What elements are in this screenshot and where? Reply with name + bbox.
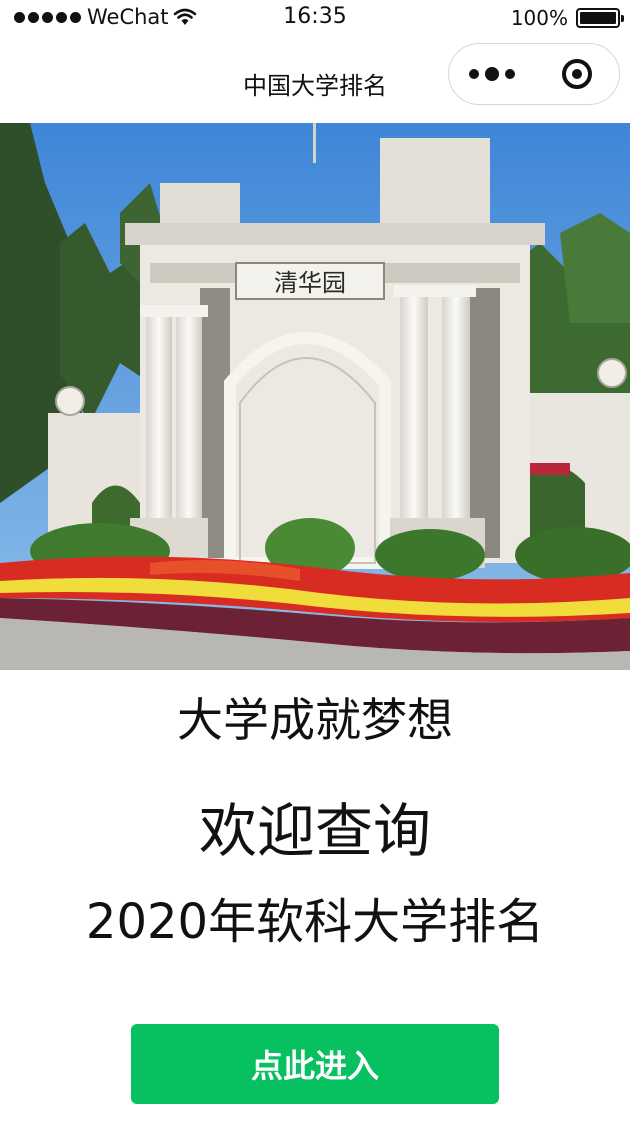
close-icon[interactable] <box>534 44 619 104</box>
slogan-text: 大学成就梦想 <box>177 693 453 747</box>
screen: WeChat 16:35 100% 中国大学排名 清华园 大学成就梦想 欢迎查询… <box>0 0 630 1126</box>
battery-icon <box>576 8 624 28</box>
welcome-text: 欢迎查询 <box>198 797 431 865</box>
status-right: 100% <box>510 6 624 30</box>
battery-percentage: 100% <box>510 6 568 30</box>
hero-image: 清华园 <box>0 123 630 670</box>
ranking-title: 2020年软科大学排名 <box>85 894 545 950</box>
gate-plaque: 清华园 <box>274 269 346 297</box>
navigation-bar: 中国大学排名 <box>0 36 630 123</box>
more-icon[interactable] <box>449 44 534 104</box>
university-gate-image: 清华园 <box>0 123 630 670</box>
mini-program-capsule <box>448 43 620 105</box>
enter-button[interactable]: 点此进入 <box>131 1024 499 1104</box>
status-bar: WeChat 16:35 100% <box>0 0 630 36</box>
